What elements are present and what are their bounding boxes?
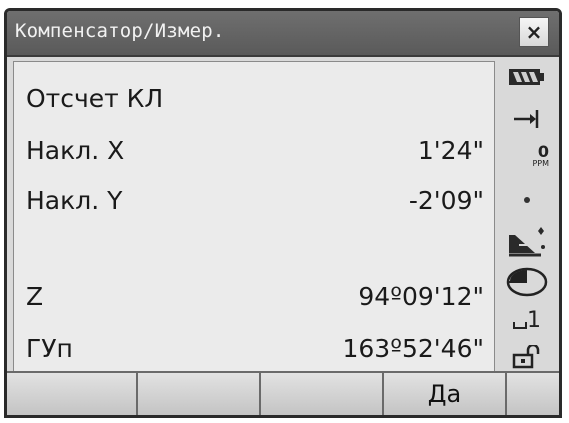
close-button[interactable]: × — [519, 17, 549, 47]
softkey-bar: Да — [7, 371, 559, 415]
yes-button[interactable]: Да — [384, 373, 507, 415]
instrument-screen: Компенсатор/Измер. × Отсчет КЛ Накл. X 1… — [4, 8, 562, 418]
zenith-row: Z 94º09'12" — [26, 282, 484, 322]
softkey-1[interactable] — [7, 373, 138, 415]
target-index-value: 1 — [527, 308, 541, 333]
tilt-y-value: -2'09" — [408, 186, 484, 215]
tilt-y-label: Накл. Y — [26, 186, 123, 215]
measurement-panel: Отсчет КЛ Накл. X 1'24" Накл. Y -2'09" Z… — [13, 61, 495, 375]
title-bar: Компенсатор/Измер. × — [7, 11, 559, 57]
softkey-5[interactable] — [507, 373, 559, 415]
lock-icon — [497, 345, 557, 369]
laser-icon — [497, 267, 557, 297]
horizontal-angle-label: ГУп — [26, 334, 73, 363]
battery-icon — [497, 67, 557, 87]
tilt-y-row: Накл. Y -2'09" — [26, 186, 484, 226]
close-icon: × — [525, 20, 543, 44]
tilt-x-label: Накл. X — [26, 136, 125, 165]
tilt-x-row: Накл. X 1'24" — [26, 136, 484, 176]
prism-icon — [497, 225, 557, 259]
zenith-value: 94º09'12" — [358, 282, 484, 311]
tilt-x-value: 1'24" — [417, 136, 484, 165]
ppm-unit: PPM — [532, 159, 549, 168]
zenith-label: Z — [26, 282, 44, 311]
horizontal-angle-value: 163º52'46" — [342, 334, 485, 363]
ppm-icon: 0 PPM — [497, 142, 557, 169]
ppm-value: 0 — [537, 142, 549, 161]
dot-icon — [497, 195, 557, 205]
face-heading: Отсчет КЛ — [26, 84, 164, 113]
softkey-3[interactable] — [261, 373, 384, 415]
face-heading-row: Отсчет КЛ — [26, 84, 484, 124]
target-arrow-icon — [497, 107, 557, 131]
horizontal-angle-row: ГУп 163º52'46" — [26, 334, 484, 374]
status-sidebar: 0 PPM 1 — [497, 61, 557, 375]
target-index-icon: 1 — [497, 309, 557, 333]
softkey-2[interactable] — [138, 373, 261, 415]
window-title: Компенсатор/Измер. — [15, 20, 225, 42]
